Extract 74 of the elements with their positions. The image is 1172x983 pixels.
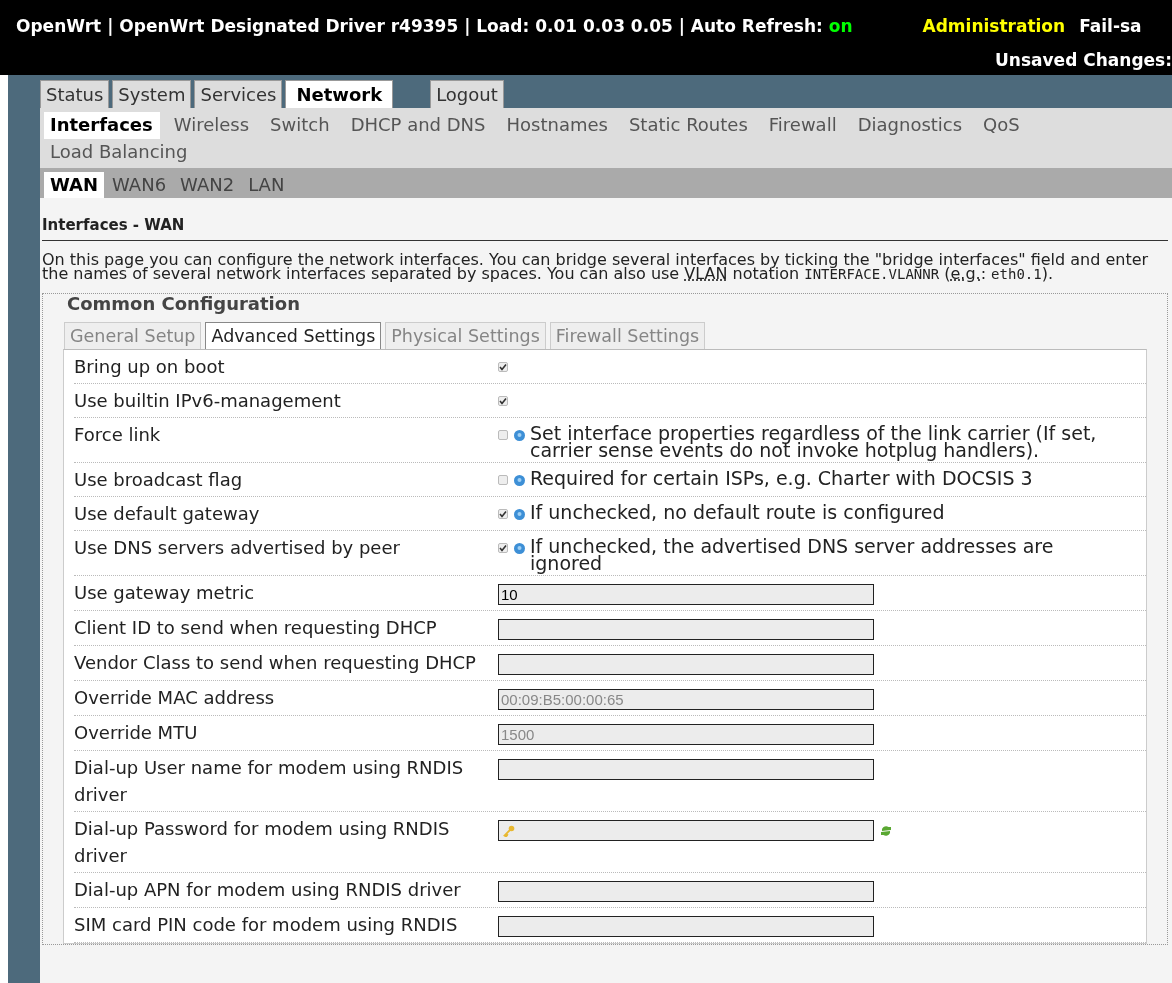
help-text: Required for certain ISPs, e.g. Charter with DOCSIS 3 [530,470,1033,487]
check-icon [499,510,507,518]
password-field[interactable] [498,820,874,841]
field-label: Dial-up User name for modem using RNDIS driver [74,756,465,807]
header-info: OpenWrt | OpenWrt Designated Driver r49395 | Load: 0.01 0.03 0.05 | Auto Refresh: [16,15,823,38]
settings-tab[interactable]: Firewall Settings [549,322,706,349]
logout-tab[interactable]: Logout [430,80,504,108]
auto-refresh-toggle[interactable]: on [828,14,853,40]
submenu-tab[interactable]: Hostnames [500,112,615,139]
reveal-password-icon[interactable] [880,825,892,837]
interface-tab[interactable]: WAN2 [174,172,241,198]
menu-tab[interactable]: Network [285,80,394,108]
field-label: Client ID to send when requesting DHCP [74,616,438,640]
unsaved-changes-link[interactable]: Unsaved Changes: [995,49,1172,70]
field-label: Use broadcast flag [74,468,244,492]
check-icon [499,397,507,405]
checkbox[interactable] [498,396,508,406]
interface-tab[interactable]: WAN [44,172,105,198]
failsafe-link[interactable]: Fail-sa [1079,14,1142,40]
key-icon [503,824,515,837]
submenu-tab[interactable]: Interfaces [44,112,160,139]
interface-tab[interactable]: WAN6 [106,172,173,198]
help-text: Set interface properties regardless of the link carrier (If set, carrier sense events do not invoke hotplug handlers). [530,425,1098,459]
field-label: Override MAC address [74,686,276,710]
field-label: Dial-up APN for modem using RNDIS driver [74,878,462,902]
text-field[interactable] [498,619,874,640]
checkbox[interactable] [498,430,508,440]
checkbox[interactable] [498,509,508,519]
submenu-tab[interactable]: QoS [977,112,1027,139]
field-label: Override MTU [74,721,199,745]
text-field[interactable] [498,654,874,675]
help-icon [514,543,525,554]
text-field[interactable] [498,916,874,937]
text-field[interactable]: 1500 [498,724,874,745]
text-field[interactable] [498,759,874,780]
interface-tab[interactable]: LAN [242,172,291,198]
settings-tab[interactable]: General Setup [64,322,202,349]
description-text: On this page you can configure the network interfaces. You can bridge several interfaces by ticking the "bridge interfaces" field and enter the names of several network interfaces separated by spaces. You can also use VLAN notation INTERFACE.VLANNR (e.g.: eth0.1). [42,252,1150,281]
help-text: If unchecked, no default route is configured [530,504,945,521]
check-icon [499,544,507,552]
field-label: Bring up on boot [74,355,226,379]
submenu-tab[interactable]: Load Balancing [44,139,195,166]
settings-tab[interactable]: Advanced Settings [205,322,382,349]
menu-tab[interactable]: Services [194,80,283,108]
text-field[interactable]: 00:09:B5:00:00:65 [498,689,874,710]
field-label: SIM card PIN code for modem using RNDIS [74,913,459,937]
menu-tab[interactable]: System [112,80,192,108]
submenu-tab[interactable]: Wireless [167,112,257,139]
help-text: If unchecked, the advertised DNS server addresses are ignored [530,538,1055,572]
submenu-tab[interactable]: Switch [264,112,337,139]
text-field[interactable] [498,881,874,902]
field-label: Force link [74,423,162,447]
submenu-tab[interactable]: Diagnostics [851,112,970,139]
submenu-tab[interactable]: DHCP and DNS [344,112,493,139]
field-label: Use builtin IPv6-management [74,389,342,413]
settings-tab[interactable]: Physical Settings [385,322,546,349]
checkbox[interactable] [498,543,508,553]
submenu-tab[interactable]: Firewall [762,112,844,139]
check-icon [499,363,507,371]
checkbox[interactable] [498,475,508,485]
menu-tab[interactable]: Status [40,80,110,108]
help-icon [514,509,525,520]
field-label: Use default gateway [74,502,261,526]
field-label: Vendor Class to send when requesting DHCP [74,651,477,675]
section-title: Interfaces - WAN [42,214,1168,241]
checkbox[interactable] [498,362,508,372]
administration-link[interactable]: Administration [922,14,1066,40]
submenu-tab[interactable]: Static Routes [622,112,755,139]
field-label: Dial-up Password for modem using RNDIS driver [74,817,451,868]
help-icon [514,475,525,486]
help-icon [514,430,525,441]
field-label: Use gateway metric [74,581,256,605]
field-label: Use DNS servers advertised by peer [74,536,401,560]
text-field[interactable]: 10 [498,584,874,605]
